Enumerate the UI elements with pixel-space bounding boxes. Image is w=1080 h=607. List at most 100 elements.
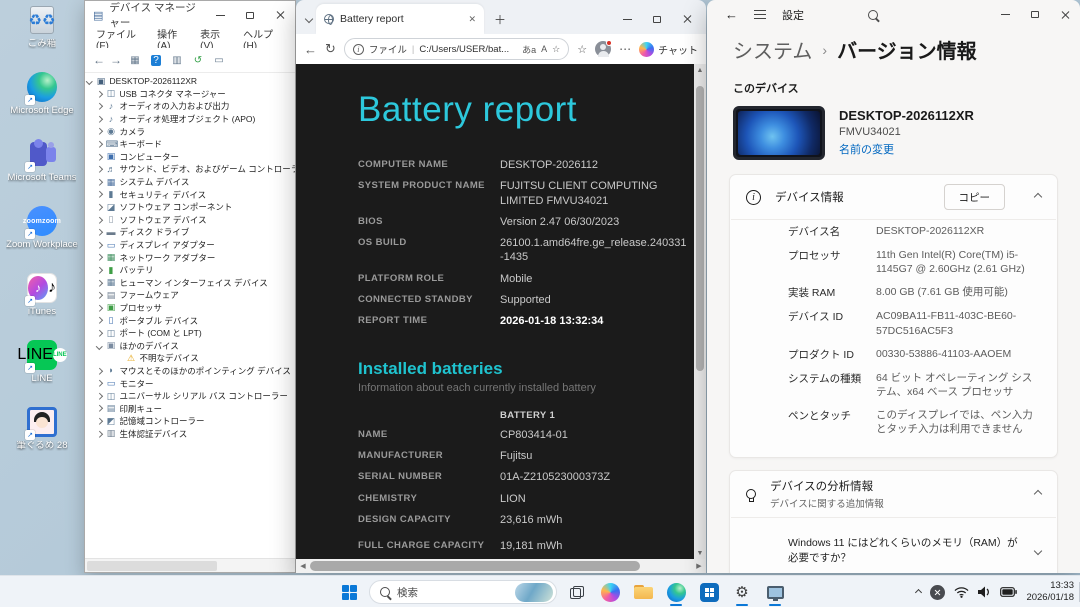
copilot-button[interactable] — [597, 579, 623, 605]
tree-item[interactable]: ▬ ディスク ドライブ — [85, 226, 295, 239]
tree-expander-icon[interactable] — [96, 154, 102, 160]
tree-expander-icon[interactable] — [96, 305, 102, 311]
tree-expander-icon[interactable] — [96, 267, 102, 273]
reload-icon[interactable]: ↻ — [325, 41, 336, 57]
tree-expander-icon[interactable] — [96, 280, 102, 286]
tree-expander-icon[interactable] — [96, 418, 102, 424]
tree-expander-icon[interactable] — [96, 166, 102, 172]
help-icon[interactable]: ? — [148, 52, 164, 68]
desktop-icon-zoom-workplace[interactable]: zoom zoom ↗ Zoom Workplace — [0, 201, 84, 268]
tree-item[interactable]: ▤ ファームウェア — [85, 289, 295, 302]
tree-item[interactable]: ◫ ポート (COM と LPT) — [85, 327, 295, 340]
file-explorer-button[interactable] — [630, 579, 656, 605]
taskbar-search-box[interactable]: 検索 — [369, 580, 557, 604]
favorite-star-icon[interactable]: ☆ — [552, 44, 560, 55]
tree-expander-icon[interactable] — [86, 78, 92, 84]
hidden-icons-chevron[interactable] — [915, 588, 922, 595]
device-manager-button[interactable] — [762, 579, 788, 605]
tree-item[interactable]: ▦ ネットワーク アダプター — [85, 251, 295, 264]
desktop-icon-fudegurume[interactable]: ↗ 筆ぐるめ 28 — [0, 402, 84, 469]
edge-button[interactable] — [663, 579, 689, 605]
tree-item[interactable]: ▤ 印刷キュー — [85, 402, 295, 415]
properties-icon[interactable]: ▥ — [169, 52, 185, 68]
copilot-chat-button[interactable]: チャット — [639, 42, 698, 57]
breadcrumb-system[interactable]: システム — [733, 35, 812, 64]
desktop-icon-recycle-bin[interactable]: ♻ ♻ ごみ箱 — [0, 0, 84, 67]
profile-avatar[interactable] — [595, 41, 611, 57]
tree-expander-icon[interactable] — [96, 141, 102, 147]
rename-link[interactable]: 名前の変更 — [839, 141, 974, 157]
tab-search-chevron-icon[interactable] — [305, 15, 313, 23]
search-icon[interactable] — [868, 10, 878, 20]
tree-expander-icon[interactable] — [96, 91, 102, 97]
favorites-icon[interactable]: ☆ — [577, 43, 587, 56]
back-icon[interactable]: ← — [304, 42, 317, 57]
tree-item[interactable]: ▯ ポータブル デバイス — [85, 314, 295, 327]
tree-item[interactable]: ▮ セキュリティ デバイス — [85, 188, 295, 201]
minimize-button[interactable] — [612, 4, 642, 34]
minimize-button[interactable] — [205, 1, 235, 29]
tree-item[interactable]: ◫ USB コネクタ マネージャー — [85, 88, 295, 101]
tree-expander-icon[interactable] — [96, 217, 102, 223]
vertical-scrollbar[interactable]: ▲ ▼ — [694, 64, 706, 559]
tree-expander-icon[interactable] — [96, 128, 102, 134]
remote-computer-icon[interactable]: ▭ — [211, 52, 227, 68]
address-bar[interactable]: i ファイル | C:/Users/USER/bat... あa A ☆ — [344, 38, 569, 60]
tree-item[interactable]: ▮ バッテリ — [85, 264, 295, 277]
tree-item[interactable]: ▭ ディスプレイ アダプター — [85, 239, 295, 252]
tree-expander-icon[interactable] — [96, 242, 102, 248]
device-manager-horizontal-scrollbar[interactable] — [85, 558, 295, 572]
tree-item[interactable]: ▦ ヒューマン インターフェイス デバイス — [85, 277, 295, 290]
collapse-chevron-icon[interactable] — [1034, 490, 1042, 498]
tree-expander-icon[interactable] — [96, 431, 102, 437]
settings-menu-icon[interactable]: ⋯ — [619, 42, 631, 56]
tab-close-icon[interactable]: ✕ — [468, 14, 476, 25]
maximize-button[interactable] — [642, 4, 672, 34]
new-tab-button[interactable]: ＋ — [494, 11, 506, 28]
tree-item[interactable]: ▣ DESKTOP-2026112XR — [85, 75, 295, 88]
settings-titlebar[interactable]: ← 設定 — [707, 0, 1080, 29]
tree-expander-icon[interactable] — [96, 116, 102, 122]
scan-hardware-icon[interactable]: ↺ — [190, 52, 206, 68]
back-icon[interactable]: ← — [93, 53, 105, 67]
maximize-button[interactable] — [1020, 0, 1050, 29]
tree-expander-icon[interactable] — [96, 103, 102, 109]
tree-item[interactable]: ▯ ソフトウェア デバイス — [85, 214, 295, 227]
tree-expander-icon[interactable] — [96, 254, 102, 260]
forward-icon[interactable]: → — [110, 53, 122, 67]
settings-button[interactable]: ⚙ — [729, 579, 755, 605]
tree-item[interactable]: ♪ オーディオの入力および出力 — [85, 100, 295, 113]
tree-item[interactable]: ▦ システム デバイス — [85, 176, 295, 189]
tree-item[interactable]: ▣ プロセッサ — [85, 302, 295, 315]
tree-item[interactable]: ◫ ユニバーサル シリアル バス コントローラー — [85, 390, 295, 403]
desktop-icon-microsoft-teams[interactable]: ↗ Microsoft Teams — [0, 134, 84, 201]
tree-item[interactable]: ▣ コンピューター — [85, 151, 295, 164]
battery-icon[interactable] — [1000, 587, 1017, 597]
tree-item[interactable]: ▥ 生体認証デバイス — [85, 428, 295, 441]
speaker-icon[interactable] — [978, 586, 991, 598]
tree-item[interactable]: ◗ マウスとそのほかのポインティング デバイス — [85, 365, 295, 378]
collapse-chevron-icon[interactable] — [1034, 193, 1042, 201]
desktop-icon-itunes[interactable]: ♪ ♪ ↗ iTunes — [0, 268, 84, 335]
read-aloud-icon[interactable]: A — [541, 44, 547, 54]
wifi-icon[interactable] — [954, 586, 969, 598]
tree-expander-icon[interactable] — [96, 393, 102, 399]
tree-expander-icon[interactable] — [96, 204, 102, 210]
console-window-icon[interactable]: ▦ — [127, 52, 143, 68]
close-button[interactable] — [1050, 0, 1080, 29]
hamburger-menu-icon[interactable] — [754, 10, 766, 20]
tree-expander-icon[interactable] — [96, 191, 102, 197]
translate-icon[interactable]: あa — [522, 43, 536, 56]
tree-item[interactable]: ◩ 記憶域コントローラー — [85, 415, 295, 428]
close-button[interactable] — [672, 4, 702, 34]
search-highlight-image[interactable] — [515, 583, 553, 602]
tree-expander-icon[interactable] — [96, 179, 102, 185]
tree-expander-icon[interactable] — [96, 368, 102, 374]
tree-item[interactable]: ◉ カメラ — [85, 125, 295, 138]
tree-item[interactable]: ⌨ キーボード — [85, 138, 295, 151]
close-button[interactable] — [265, 1, 295, 29]
tree-item[interactable]: ◪ ソフトウェア コンポーネント — [85, 201, 295, 214]
onedrive-status-icon[interactable] — [930, 585, 945, 600]
tree-item[interactable]: ⚠ 不明なデバイス — [85, 352, 295, 365]
horizontal-scrollbar[interactable]: ◀ ▶ — [296, 559, 706, 573]
